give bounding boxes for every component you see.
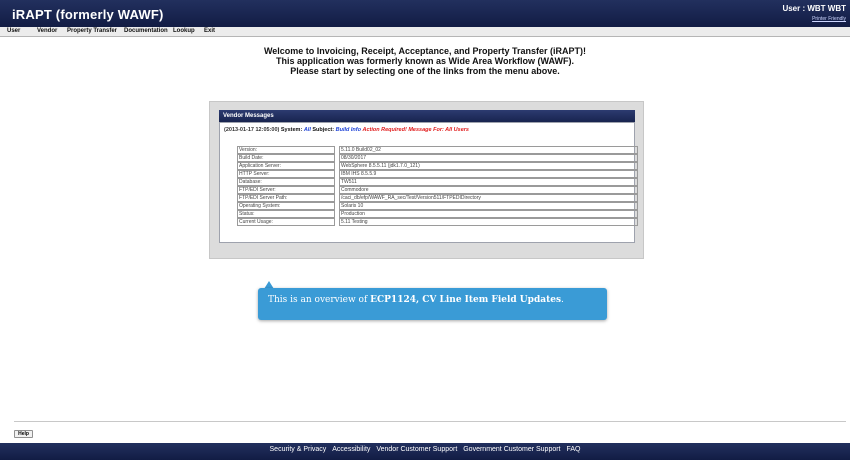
footer-link-vendor-support[interactable]: Vendor Customer Support	[376, 446, 457, 453]
info-label: Build Date:	[237, 154, 335, 162]
message-summary: (2013-01-17 12:05:00) System: All Subjec…	[224, 127, 469, 133]
help-button[interactable]: Help	[14, 430, 33, 438]
info-value: Commodore	[339, 186, 638, 194]
app-title: iRAPT (formerly WAWF)	[12, 7, 164, 22]
info-value: /caci_db/efp/WAWF_RA_sec/Test/Version511…	[339, 194, 638, 202]
welcome-message: Welcome to Invoicing, Receipt, Acceptanc…	[0, 46, 850, 76]
info-row: Current Usage: 5.11 Testing	[237, 218, 639, 226]
menu-item-user[interactable]: User	[7, 28, 20, 34]
info-label: Application Server:	[237, 162, 335, 170]
info-label: HTTP Server:	[237, 170, 335, 178]
info-row: Operating System: Solaris 10	[237, 202, 639, 210]
system-value: All	[303, 127, 311, 133]
info-label: Database:	[237, 178, 335, 186]
menu-item-documentation[interactable]: Documentation	[124, 28, 168, 34]
footer-link-accessibility[interactable]: Accessibility	[332, 446, 370, 453]
subject-value: Build Info	[335, 127, 361, 133]
message-audience: Message For: All Users	[408, 127, 469, 133]
callout-topic: ECP1124, CV Line Item Field Updates	[370, 295, 562, 305]
system-key: System:	[280, 127, 303, 133]
info-row: FTP/EDI Server: Commodore	[237, 186, 639, 194]
info-value: 08/30/2017	[339, 154, 638, 162]
info-value: Production	[339, 210, 638, 218]
info-row: HTTP Server: IBM IHS 8.5.5.9	[237, 170, 639, 178]
welcome-line-1: Welcome to Invoicing, Receipt, Acceptanc…	[263, 46, 587, 56]
info-label: Operating System:	[237, 202, 335, 210]
footer-divider	[14, 421, 846, 422]
footer-link-government-support[interactable]: Government Customer Support	[463, 446, 560, 453]
info-label: FTP/EDI Server Path:	[237, 194, 335, 202]
callout-suffix: .	[561, 295, 564, 305]
vendor-messages-title: Vendor Messages	[219, 110, 635, 122]
info-row: Version: 5.11.0 Build02_02	[237, 146, 639, 154]
menu-item-exit[interactable]: Exit	[204, 28, 215, 34]
info-row: Database: TW511	[237, 178, 639, 186]
info-row: FTP/EDI Server Path: /caci_db/efp/WAWF_RA…	[237, 194, 639, 202]
footer-links: Security & Privacy Accessibility Vendor …	[0, 446, 850, 453]
info-row: Application Server: WebSphere 8.5.5.11 (j…	[237, 162, 639, 170]
info-label: FTP/EDI Server:	[237, 186, 335, 194]
message-date: (2013-01-17 12:05:00)	[224, 127, 280, 133]
menu-item-property-transfer[interactable]: Property Transfer	[67, 28, 117, 34]
info-value: 5.11 Testing	[339, 218, 638, 226]
action-required: Action Required!	[362, 127, 407, 133]
menu-item-lookup[interactable]: Lookup	[173, 28, 195, 34]
info-label: Status:	[237, 210, 335, 218]
info-row: Build Date: 08/30/2017	[237, 154, 639, 162]
footer-link-faq[interactable]: FAQ	[566, 446, 580, 453]
vendor-messages-panel: Vendor Messages (2013-01-17 12:05:00) Sy…	[209, 101, 644, 259]
footer-bar: Security & Privacy Accessibility Vendor …	[0, 443, 850, 460]
printer-friendly-link[interactable]: Printer Friendly	[812, 16, 846, 22]
welcome-line-2: This application was formerly known as W…	[276, 56, 574, 66]
info-label: Version:	[237, 146, 335, 154]
callout-prefix: This is an overview of	[268, 295, 371, 305]
subject-key: Subject:	[312, 127, 335, 133]
menu-item-vendor[interactable]: Vendor	[37, 28, 57, 34]
build-info-table: Version: 5.11.0 Build02_02 Build Date: 08/…	[237, 146, 639, 226]
info-value: IBM IHS 8.5.5.9	[339, 170, 638, 178]
footer-link-security-privacy[interactable]: Security & Privacy	[270, 446, 327, 453]
info-value: 5.11.0 Build02_02	[339, 146, 638, 154]
info-value: WebSphere 8.5.5.11 (jdk1.7.0_121)	[339, 162, 638, 170]
welcome-line-3: Please start by selecting one of the lin…	[290, 66, 560, 76]
vendor-messages-body: (2013-01-17 12:05:00) System: All Subjec…	[219, 122, 638, 243]
user-label: User : WBT WBT	[782, 4, 846, 13]
tutorial-callout: This is an overview of ECP1124, CV Line …	[258, 288, 607, 320]
menu-bar: User Vendor Property Transfer Documentat…	[0, 27, 850, 37]
header-bar: iRAPT (formerly WAWF) User : WBT WBT Pri…	[0, 0, 850, 27]
info-row: Status: Production	[237, 210, 639, 218]
info-value: TW511	[339, 178, 638, 186]
info-value: Solaris 10	[339, 202, 638, 210]
info-label: Current Usage:	[237, 218, 335, 226]
